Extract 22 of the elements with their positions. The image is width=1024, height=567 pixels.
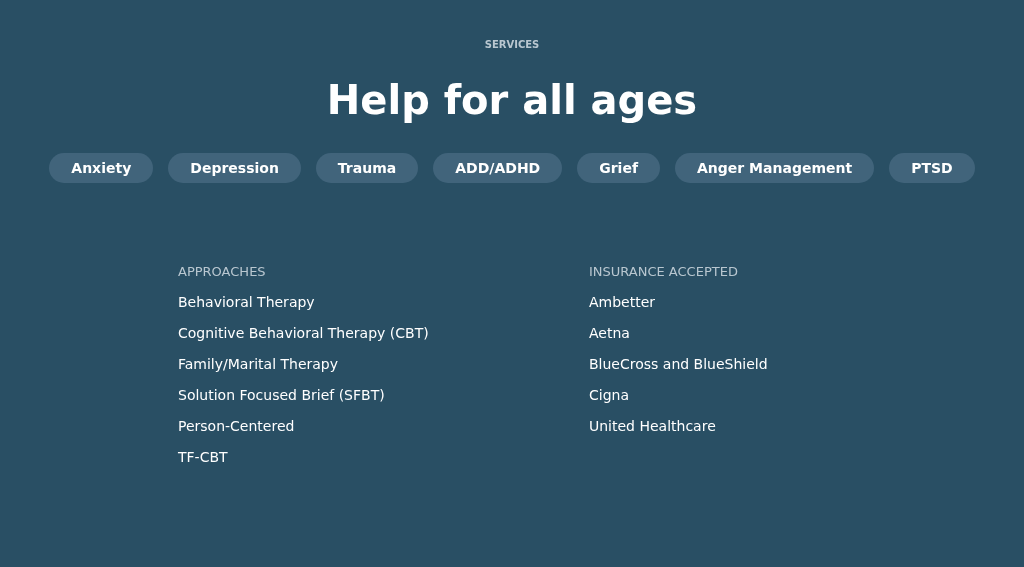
topic-tag: Anxiety (49, 153, 154, 183)
heading: Help for all ages (326, 76, 698, 125)
list-item: BlueCross and BlueShield (589, 355, 769, 374)
list-item: Family/Marital Therapy (178, 355, 340, 374)
list-heading: APPROACHES (178, 263, 267, 281)
list-item: United Healthcare (589, 417, 717, 436)
list-item: TF-CBT (178, 448, 229, 467)
list-item: Ambetter (589, 293, 657, 312)
topic-tag: ADD/ADHD (433, 153, 563, 183)
section-label: SERVICES (484, 38, 540, 52)
topic-tag: PTSD (889, 153, 975, 183)
topic-tag: Anger Management (675, 153, 875, 183)
list-item: Cognitive Behavioral Therapy (CBT) (178, 324, 430, 343)
topic-tag: Trauma (315, 153, 419, 183)
list-heading: INSURANCE ACCEPTED (589, 263, 739, 281)
list-item: Cigna (589, 386, 630, 405)
topic-tag: Grief (577, 153, 660, 183)
topic-tag: Depression (168, 153, 301, 183)
list-item: Solution Focused Brief (SFBT) (178, 386, 386, 405)
list-item: Behavioral Therapy (178, 293, 316, 312)
list-item: Person-Centered (178, 417, 296, 436)
list-item: Aetna (589, 324, 631, 343)
